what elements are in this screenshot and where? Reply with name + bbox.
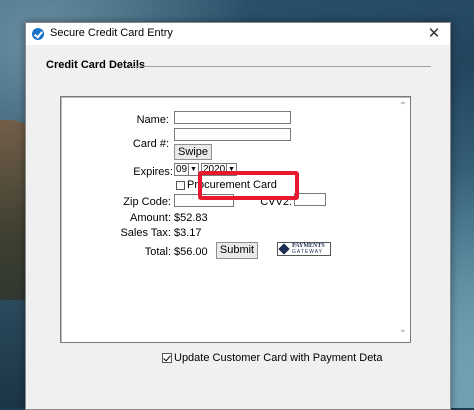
logo-diamond-icon <box>278 243 290 255</box>
amount-value: $52.83 <box>174 212 208 224</box>
logo-text-bottom: GATEWAY <box>292 249 324 255</box>
expiry-month-value: 09 <box>176 164 188 175</box>
procurement-checkbox[interactable] <box>176 181 185 190</box>
card-form-panel: ⌃ ⌄ Name: Card #: Swipe Expires: 09 ▼ 20… <box>60 96 411 343</box>
total-value: $56.00 <box>174 246 208 258</box>
expires-label: Expires: <box>133 166 173 178</box>
swipe-button[interactable]: Swipe <box>174 144 212 160</box>
sales-tax-value: $3.17 <box>174 227 202 239</box>
scroll-down-icon[interactable]: ⌄ <box>398 325 408 335</box>
title-bar[interactable]: Secure Credit Card Entry ✕ <box>26 23 450 45</box>
submit-button[interactable]: Submit <box>216 242 258 259</box>
close-button[interactable]: ✕ <box>418 23 450 45</box>
update-card-label[interactable]: Update Customer Card with Payment Deta <box>174 352 382 364</box>
group-title: Credit Card Details <box>46 59 146 71</box>
app-check-icon <box>32 28 44 40</box>
payments-gateway-logo: PAYMENTS GATEWAY <box>277 242 331 256</box>
group-divider <box>129 66 431 67</box>
window-title: Secure Credit Card Entry <box>50 27 173 39</box>
sales-tax-label: Sales Tax: <box>120 227 171 239</box>
name-input[interactable] <box>174 111 291 124</box>
chevron-down-icon: ▼ <box>188 164 198 175</box>
procurement-highlight-box <box>198 171 299 200</box>
total-label: Total: <box>144 246 171 258</box>
card-number-input[interactable] <box>174 128 291 141</box>
card-number-label: Card #: <box>132 138 169 150</box>
amount-label: Amount: <box>130 212 171 224</box>
expiry-month-select[interactable]: 09 ▼ <box>174 163 199 176</box>
card-entry-window: Secure Credit Card Entry ✕ Credit Card D… <box>25 22 451 410</box>
name-label: Name: <box>136 114 169 126</box>
update-card-checkbox[interactable] <box>162 353 172 363</box>
scroll-up-icon[interactable]: ⌃ <box>398 102 408 112</box>
zip-label: Zip Code: <box>123 196 171 208</box>
